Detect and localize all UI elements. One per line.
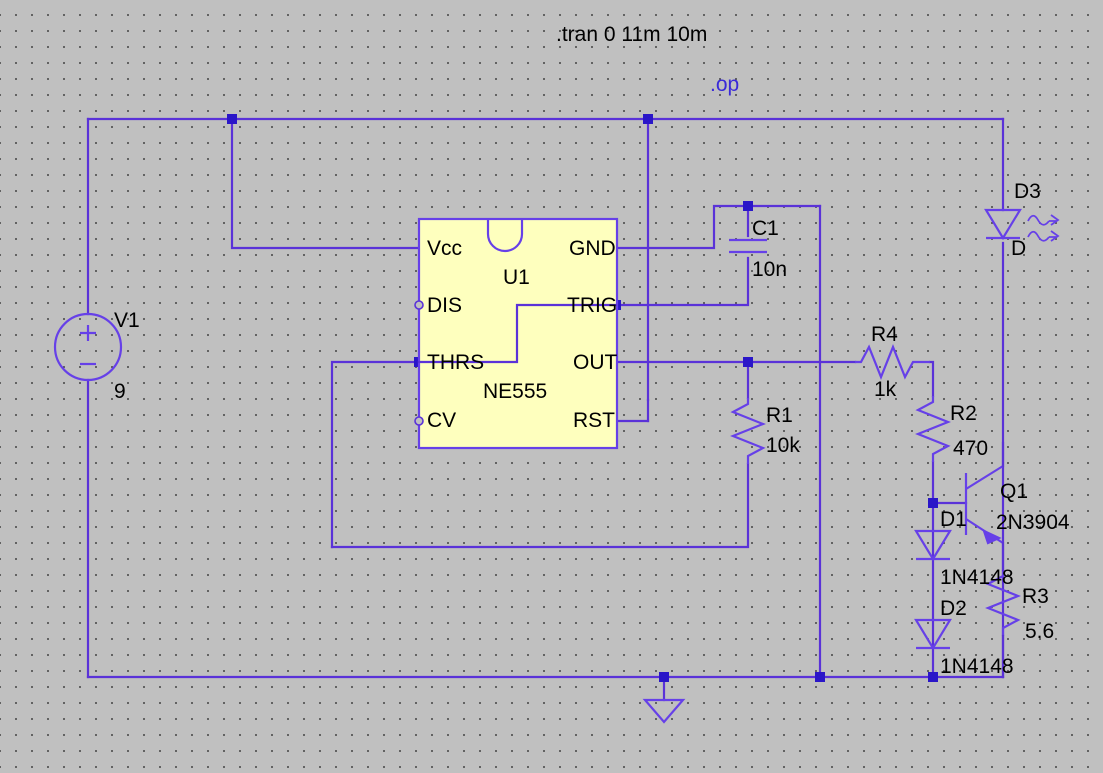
label-d2-value[interactable]: 1N4148 bbox=[940, 656, 1014, 677]
r4-zigzag[interactable] bbox=[855, 344, 930, 380]
wire-r4-to-r2[interactable] bbox=[928, 360, 935, 398]
component-c1[interactable] bbox=[729, 238, 767, 254]
r1-zigzag[interactable] bbox=[730, 398, 766, 464]
directive-tran[interactable]: .tran 0 11m 10m bbox=[556, 24, 707, 45]
d3-light-wave-2 bbox=[1027, 230, 1050, 242]
label-r2-value[interactable]: 470 bbox=[953, 438, 988, 459]
ic-pin-label-out: OUT bbox=[573, 351, 618, 374]
d3-light-arrow-2 bbox=[1049, 230, 1060, 242]
ic-pin-label-trig: TRIG bbox=[567, 294, 618, 317]
component-r2[interactable] bbox=[915, 396, 951, 462]
label-d1-value[interactable]: 1N4148 bbox=[940, 567, 1014, 588]
wire-c1-bottom-to-trig[interactable] bbox=[614, 256, 750, 307]
label-q1-ref[interactable]: Q1 bbox=[1000, 481, 1028, 502]
label-c1-ref[interactable]: C1 bbox=[752, 218, 779, 239]
component-r4[interactable] bbox=[855, 344, 930, 380]
ic-part-ne555[interactable]: NE555 bbox=[483, 381, 547, 402]
ground-symbol[interactable] bbox=[642, 698, 686, 724]
junction-ground bbox=[659, 672, 669, 682]
schematic-canvas[interactable]: .tran 0 11m 10m .op Vcc DIS THRS CV GND … bbox=[0, 0, 1103, 773]
d3-light-wave-1 bbox=[1027, 214, 1050, 226]
ic-pin-label-vcc: Vcc bbox=[427, 237, 463, 260]
d3-light-arrow-1 bbox=[1049, 214, 1060, 226]
wire-thrs-rail[interactable] bbox=[330, 360, 421, 549]
wire-vcc-branch[interactable] bbox=[230, 117, 421, 250]
pin-dis-open-circle bbox=[414, 300, 424, 310]
label-v1-value[interactable]: 9 bbox=[114, 381, 126, 402]
junction-q1-base bbox=[928, 498, 938, 508]
label-r4-value[interactable]: 1k bbox=[874, 379, 896, 400]
component-v1[interactable] bbox=[53, 312, 123, 382]
label-d2-ref[interactable]: D2 bbox=[940, 598, 967, 619]
ic-pin-label-thrs: THRS bbox=[427, 351, 485, 374]
schematic-drawing bbox=[53, 114, 1060, 724]
ic-pin-label-gnd: GND bbox=[569, 237, 616, 260]
label-q1-value[interactable]: 2N3904 bbox=[996, 512, 1070, 533]
r2-zigzag[interactable] bbox=[915, 396, 951, 462]
pin-cv-open-circle bbox=[414, 416, 424, 426]
label-r3-ref[interactable]: R3 bbox=[1022, 586, 1049, 607]
junction-bottom-mid bbox=[815, 672, 825, 682]
ic-pin-label-dis: DIS bbox=[427, 294, 463, 317]
q1-collector-lead[interactable] bbox=[965, 465, 1004, 490]
junction-c1-top bbox=[743, 201, 753, 211]
v1-plus-sign bbox=[80, 325, 96, 341]
label-r2-ref[interactable]: R2 bbox=[950, 403, 977, 424]
label-d3-value[interactable]: D bbox=[1011, 238, 1026, 259]
component-r1[interactable] bbox=[730, 398, 766, 464]
ic-pin-label-rst: RST bbox=[573, 409, 615, 432]
ic-ref-u1[interactable]: U1 bbox=[503, 267, 530, 288]
label-r3-value[interactable]: 5.6 bbox=[1025, 621, 1054, 642]
directive-op[interactable]: .op bbox=[710, 74, 739, 95]
label-v1-ref[interactable]: V1 bbox=[114, 310, 140, 331]
ground-triangle[interactable] bbox=[642, 698, 686, 724]
ic-pin-label-cv: CV bbox=[427, 409, 457, 432]
label-r1-ref[interactable]: R1 bbox=[766, 405, 793, 426]
label-r1-value[interactable]: 10k bbox=[766, 435, 800, 456]
component-q1[interactable] bbox=[964, 441, 1005, 679]
junction-bottom-diode bbox=[928, 672, 938, 682]
wire-r1-to-thrs-rail[interactable] bbox=[330, 462, 750, 549]
label-d3-ref[interactable]: D3 bbox=[1014, 181, 1041, 202]
junction-out-rail bbox=[743, 357, 753, 367]
label-d1-ref[interactable]: D1 bbox=[940, 509, 967, 530]
wire-gnd-to-c1[interactable] bbox=[614, 204, 822, 250]
junction-top-mid bbox=[643, 114, 653, 124]
label-c1-value[interactable]: 10n bbox=[752, 259, 787, 280]
junction-top-left bbox=[227, 114, 237, 124]
v1-circle[interactable] bbox=[53, 312, 123, 382]
label-r4-ref[interactable]: R4 bbox=[871, 324, 898, 345]
d3-triangle[interactable] bbox=[984, 208, 1022, 241]
